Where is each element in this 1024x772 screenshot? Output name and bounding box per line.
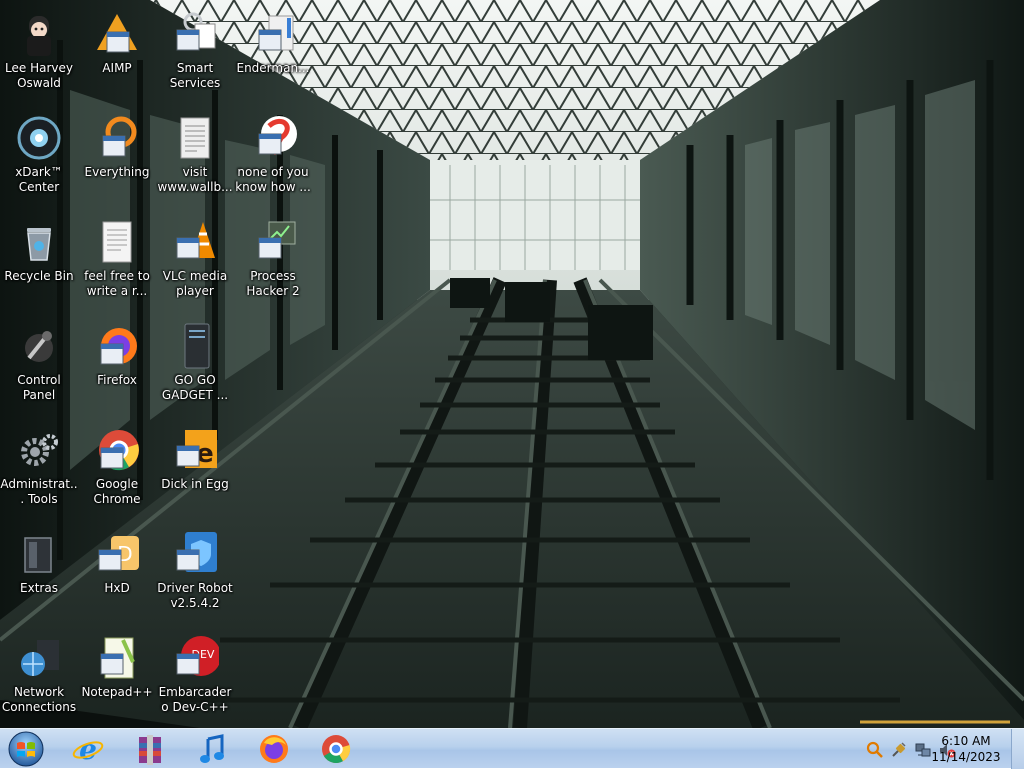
icon-label: Notepad++ (81, 685, 153, 699)
desktop-icon-feel-free[interactable]: feel free to write a r... (78, 212, 156, 312)
aimp-icon (93, 10, 141, 58)
icon-label: xDark™ Center (15, 165, 63, 194)
system-tray: 6:10 AM 11/14/2023 (824, 729, 1024, 769)
plug-tray-icon[interactable] (890, 741, 908, 759)
icon-label: Google Chrome (93, 477, 141, 506)
taskbar: e 6:10 AM 11/14/2023 (0, 728, 1024, 769)
desktop-icon-control-panel[interactable]: Control Panel (0, 316, 78, 416)
gears-icon (15, 426, 63, 474)
desktop-icon-dick-in-egg[interactable]: e Dick in Egg (156, 420, 234, 520)
network-globe-icon (15, 634, 63, 682)
desktop-icon-administrative-tools[interactable]: Administrat... Tools (0, 420, 78, 520)
icon-label: AIMP (102, 61, 132, 75)
icon-label: Dick in Egg (161, 477, 229, 491)
icon-label: Embarcadero Dev-C++ (158, 685, 232, 714)
icon-label: VLC media player (162, 269, 228, 298)
icon-label: feel free to write a r... (84, 269, 150, 298)
anime-avatar-icon (15, 10, 63, 58)
folder-icon (15, 530, 63, 578)
desktop-icon-enderman[interactable]: Enderman... (234, 4, 312, 104)
icon-label: Control Panel (17, 373, 61, 402)
icon-label: none of you know how ... (235, 165, 311, 194)
control-panel-icon (15, 322, 63, 370)
clock-time: 6:10 AM (941, 734, 991, 748)
hxd-icon: D (93, 530, 141, 578)
desktop-icon-google-chrome[interactable]: Google Chrome (78, 420, 156, 520)
internet-explorer-icon: e (72, 733, 104, 765)
icon-label: Enderman... (236, 61, 310, 75)
icon-label: Firefox (97, 373, 137, 387)
winrar-icon (139, 735, 161, 765)
icon-label: Lee Harvey Oswald (5, 61, 73, 90)
icon-label: GO GO GADGET ... (161, 373, 229, 402)
search-tray-icon[interactable] (866, 741, 884, 759)
desktop-icon-notepad-plus-plus[interactable]: Notepad++ (78, 628, 156, 728)
show-desktop-button[interactable] (1011, 729, 1024, 769)
notepadpp-icon (93, 634, 141, 682)
ribbon-icon (249, 114, 297, 162)
desktop-icon-visit-wallb[interactable]: visit www.wallb... (156, 108, 234, 208)
smart-services-icon (171, 10, 219, 58)
taskbar-pin-firefox[interactable] (248, 731, 300, 767)
icon-label: Smart Services (169, 61, 221, 90)
icon-label: HxD (104, 581, 130, 595)
desktop-icon-extras[interactable]: Extras (0, 524, 78, 624)
devcpp-icon: DEV (171, 634, 219, 682)
de-icon: e (171, 426, 219, 474)
desktop-icon-network-connections[interactable]: Network Connections (0, 628, 78, 728)
desktop-icon-driver-robot[interactable]: Driver Robot v2.5.4.2 (156, 524, 234, 624)
taskbar-pin-winrar[interactable] (124, 731, 176, 767)
taskbar-pin-chrome[interactable] (310, 731, 362, 767)
svg-text:e: e (79, 733, 97, 765)
desktop-icon-hxd[interactable]: D HxD (78, 524, 156, 624)
taskbar-pin-internet-explorer[interactable]: e (62, 731, 114, 767)
icon-label: visit www.wallb... (157, 165, 233, 194)
icon-label: Driver Robot v2.5.4.2 (157, 581, 233, 610)
taskbar-pin-music[interactable] (186, 731, 238, 767)
clock-date: 11/14/2023 (931, 750, 1001, 764)
recycle-bin-icon (15, 218, 63, 266)
xdark-orb-icon (15, 114, 63, 162)
gadget-tower-icon (171, 322, 219, 370)
process-hacker-icon (249, 218, 297, 266)
start-button[interactable] (4, 730, 48, 768)
desktop-icon-recycle-bin[interactable]: Recycle Bin (0, 212, 78, 312)
desktop-icon-lee-harvey-oswald[interactable]: Lee Harvey Oswald (0, 4, 78, 104)
desktop-icon-none-of-you[interactable]: none of you know how ... (234, 108, 312, 208)
driver-robot-icon (171, 530, 219, 578)
desktop-icon-process-hacker-2[interactable]: Process Hacker 2 (234, 212, 312, 312)
music-note-icon (200, 734, 224, 763)
desktop-icon-vlc-media-player[interactable]: VLC media player (156, 212, 234, 312)
desktop-icon-go-go-gadget[interactable]: GO GO GADGET ... (156, 316, 234, 416)
firefox-icon (93, 322, 141, 370)
chrome-icon (93, 426, 141, 474)
icon-label: Everything (84, 165, 150, 179)
chrome-icon (322, 735, 351, 763)
icon-label: Extras (20, 581, 58, 595)
icon-label: Administrat... Tools (0, 477, 78, 506)
desktop-icon-firefox[interactable]: Firefox (78, 316, 156, 416)
clock[interactable]: 6:10 AM 11/14/2023 (928, 733, 1004, 765)
desktop-icon-everything[interactable]: Everything (78, 108, 156, 208)
firefox-icon (260, 735, 288, 763)
desktop-icon-grid: Lee Harvey Oswald xDark™ Center Recycle … (0, 0, 1024, 728)
icon-label: Network Connections (1, 685, 77, 714)
desktop-icon-smart-services[interactable]: Smart Services (156, 4, 234, 104)
text-document-icon (93, 218, 141, 266)
text-document-icon (171, 114, 219, 162)
desktop-icon-xdark-center[interactable]: xDark™ Center (0, 108, 78, 208)
everything-icon (93, 114, 141, 162)
icon-label: Process Hacker 2 (246, 269, 300, 298)
vlc-cone-icon (171, 218, 219, 266)
windows-orb-icon (8, 731, 44, 767)
desktop-icon-aimp[interactable]: AIMP (78, 4, 156, 104)
desktop-icon-embarcadero-dev-cpp[interactable]: DEV Embarcadero Dev-C++ (156, 628, 234, 728)
enderman-icon (249, 10, 297, 58)
icon-label: Recycle Bin (4, 269, 74, 283)
